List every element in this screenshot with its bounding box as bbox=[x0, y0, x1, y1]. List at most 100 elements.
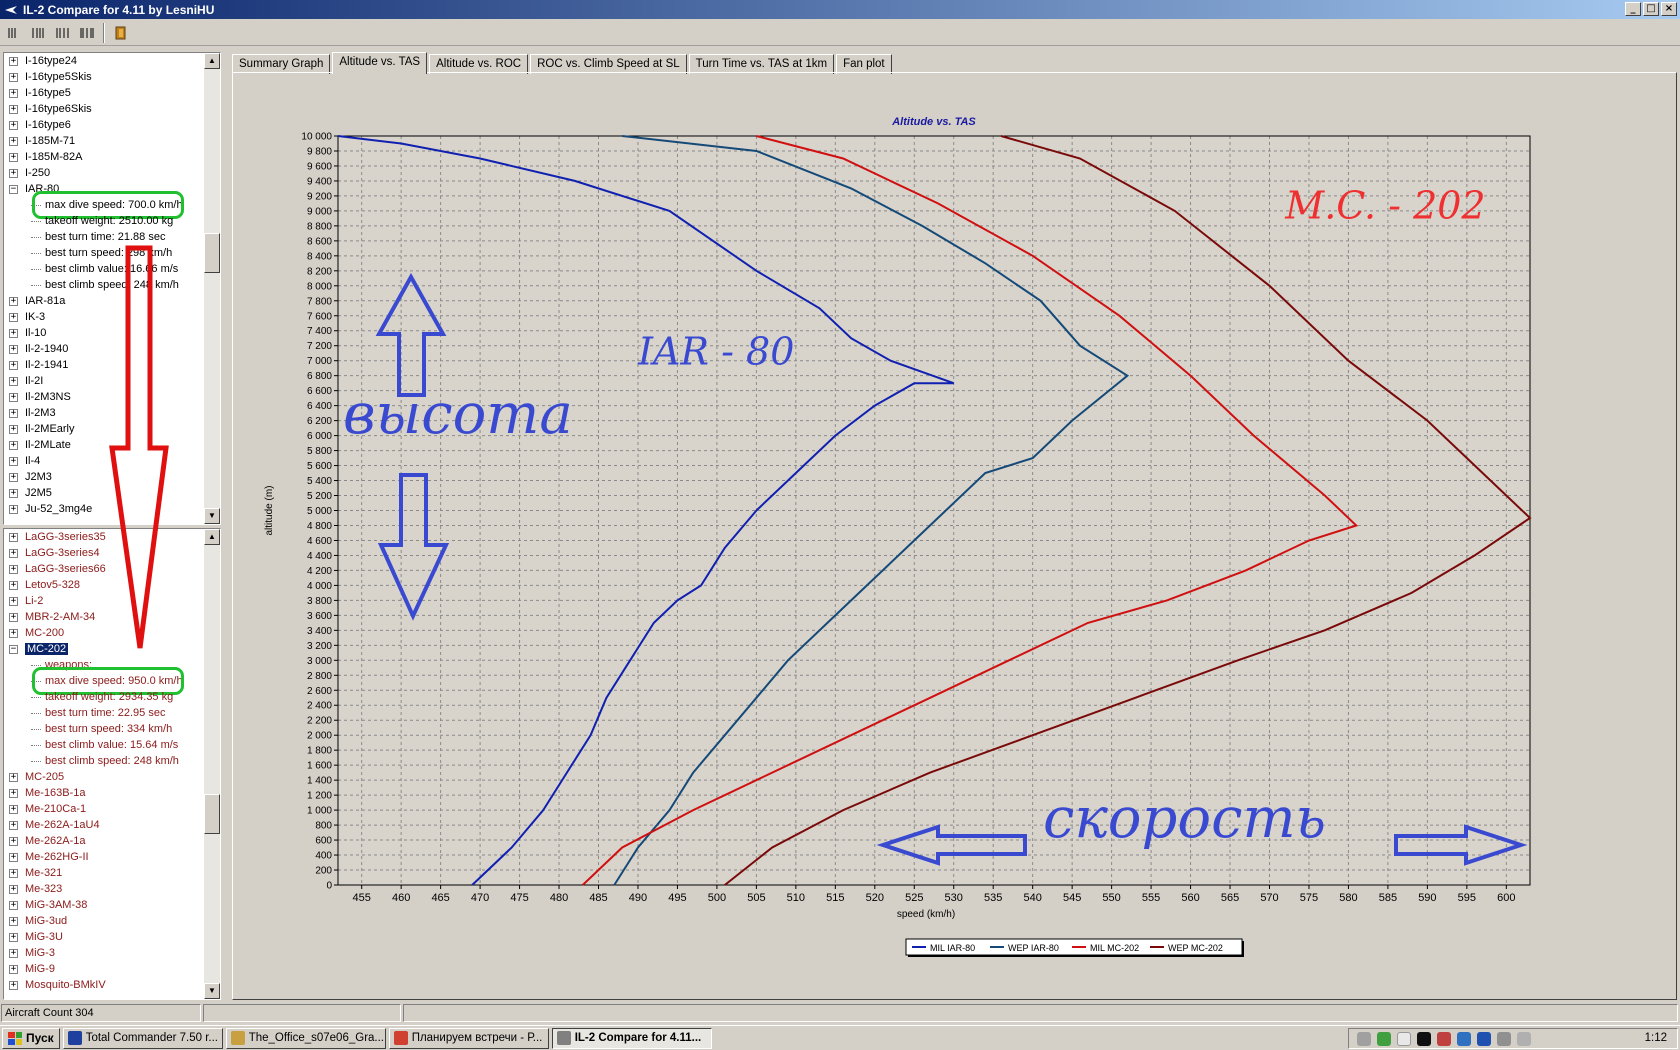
expand-icon[interactable]: + bbox=[9, 361, 18, 370]
tree-property[interactable]: best turn time: 22.95 sec bbox=[4, 705, 204, 721]
tray-icon[interactable] bbox=[1477, 1031, 1491, 1046]
collapse-icon[interactable]: − bbox=[9, 645, 18, 654]
expand-icon[interactable]: + bbox=[9, 425, 18, 434]
expand-icon[interactable]: + bbox=[9, 409, 18, 418]
tree-item[interactable]: + I-250 bbox=[4, 165, 204, 181]
tree-item[interactable]: + J2M5 bbox=[4, 485, 204, 501]
expand-icon[interactable]: + bbox=[9, 313, 18, 322]
expand-icon[interactable]: + bbox=[9, 457, 18, 466]
tree-item[interactable]: + Me-163B-1a bbox=[4, 785, 204, 801]
tree-item[interactable]: + I-16type24 bbox=[4, 53, 204, 69]
tree-item[interactable]: + Il-2MLate bbox=[4, 437, 204, 453]
tree-item[interactable]: + Il-4 bbox=[4, 453, 204, 469]
compare-1-icon[interactable] bbox=[4, 22, 26, 44]
expand-icon[interactable]: + bbox=[9, 805, 18, 814]
tree-item[interactable]: − MC-202 bbox=[4, 641, 204, 657]
tree-item[interactable]: + Letov5-328 bbox=[4, 577, 204, 593]
tree-item[interactable]: + I-16type6 bbox=[4, 117, 204, 133]
tree-item[interactable]: + IK-3 bbox=[4, 309, 204, 325]
tree-1-list[interactable]: + I-16type24 + I-16type5Skis + I-16type5 + I-16… bbox=[4, 53, 204, 524]
scroll-up-arrow[interactable]: ▲ bbox=[204, 529, 220, 545]
tree-property[interactable]: best turn speed: 334 km/h bbox=[4, 721, 204, 737]
tree-property[interactable]: takeoff weight: 2934.35 kg bbox=[4, 689, 204, 705]
expand-icon[interactable]: + bbox=[9, 981, 18, 990]
expand-icon[interactable]: + bbox=[9, 505, 18, 514]
expand-icon[interactable]: + bbox=[9, 629, 18, 638]
tree-item[interactable]: + MiG-3U bbox=[4, 929, 204, 945]
exit-icon[interactable] bbox=[110, 22, 132, 44]
tree-item[interactable]: + LaGG-3series35 bbox=[4, 529, 204, 545]
expand-icon[interactable]: + bbox=[9, 329, 18, 338]
expand-icon[interactable]: + bbox=[9, 581, 18, 590]
expand-icon[interactable]: + bbox=[9, 105, 18, 114]
tab-altitude-vs-tas[interactable]: Altitude vs. TAS bbox=[332, 52, 428, 74]
expand-icon[interactable]: + bbox=[9, 169, 18, 178]
tree-property[interactable]: max dive speed: 950.0 km/h bbox=[4, 667, 204, 695]
expand-icon[interactable]: + bbox=[9, 613, 18, 622]
start-button[interactable]: Пуск bbox=[2, 1027, 60, 1049]
expand-icon[interactable]: + bbox=[9, 821, 18, 830]
tree-item[interactable]: + Me-210Ca-1 bbox=[4, 801, 204, 817]
taskbar-task[interactable]: The_Office_s07e06_Gra... bbox=[225, 1027, 386, 1049]
tree-item[interactable]: + MC-205 bbox=[4, 769, 204, 785]
tree-item[interactable]: + Il-2M3NS bbox=[4, 389, 204, 405]
scroll-up-arrow[interactable]: ▲ bbox=[204, 53, 220, 69]
expand-icon[interactable]: + bbox=[9, 885, 18, 894]
tree-item[interactable]: + Ju-52_3mg4e bbox=[4, 501, 204, 517]
tree-property[interactable]: max dive speed: 700.0 km/h bbox=[4, 191, 204, 219]
tree-property[interactable]: best climb speed: 248 km/h bbox=[4, 277, 204, 293]
tree-item[interactable]: + Il-2M3 bbox=[4, 405, 204, 421]
tab-altitude-vs-roc[interactable]: Altitude vs. ROC bbox=[429, 54, 529, 74]
compare-3-icon[interactable] bbox=[52, 22, 74, 44]
expand-icon[interactable]: + bbox=[9, 533, 18, 542]
expand-icon[interactable]: + bbox=[9, 917, 18, 926]
expand-icon[interactable]: + bbox=[9, 137, 18, 146]
tree-item[interactable]: + I-16type5Skis bbox=[4, 69, 204, 85]
tray-icon[interactable] bbox=[1497, 1031, 1511, 1046]
tree-item[interactable]: + MiG-3AM-38 bbox=[4, 897, 204, 913]
tree-item[interactable]: + MiG-3ud bbox=[4, 913, 204, 929]
taskbar-task[interactable]: Total Commander 7.50 r... bbox=[62, 1027, 223, 1049]
tree-item[interactable]: − IAR-80 bbox=[4, 181, 204, 197]
tree-item[interactable]: + J2M3 bbox=[4, 469, 204, 485]
expand-icon[interactable]: + bbox=[9, 965, 18, 974]
expand-icon[interactable]: + bbox=[9, 837, 18, 846]
collapse-icon[interactable]: − bbox=[9, 185, 18, 194]
tab-turn-time-vs-tas-at-1km[interactable]: Turn Time vs. TAS at 1km bbox=[688, 54, 835, 74]
expand-icon[interactable]: + bbox=[9, 853, 18, 862]
tray-icon[interactable] bbox=[1397, 1031, 1411, 1046]
tree-item[interactable]: + MiG-3 bbox=[4, 945, 204, 961]
expand-icon[interactable]: + bbox=[9, 789, 18, 798]
tree-item[interactable]: + Me-321 bbox=[4, 865, 204, 881]
aircraft-tree-2[interactable]: + LaGG-3series35 + LaGG-3series4 + LaGG-3seri… bbox=[3, 528, 221, 1000]
expand-icon[interactable]: + bbox=[9, 441, 18, 450]
tree-item[interactable]: + Il-2I bbox=[4, 373, 204, 389]
taskbar-task[interactable]: IL-2 Compare for 4.11... bbox=[551, 1027, 712, 1049]
expand-icon[interactable]: + bbox=[9, 869, 18, 878]
tray-icon[interactable] bbox=[1357, 1031, 1371, 1046]
tree-item[interactable]: + LaGG-3series4 bbox=[4, 545, 204, 561]
tree-item[interactable]: + Il-10 bbox=[4, 325, 204, 341]
expand-icon[interactable]: + bbox=[9, 393, 18, 402]
tree-item[interactable]: + Mosquito-BMkIV bbox=[4, 977, 204, 993]
volume-icon[interactable] bbox=[1517, 1031, 1531, 1046]
expand-icon[interactable]: + bbox=[9, 489, 18, 498]
scroll-thumb[interactable] bbox=[204, 794, 220, 834]
tree-item[interactable]: + MiG-9 bbox=[4, 961, 204, 977]
tree-item[interactable]: + Il-2MEarly bbox=[4, 421, 204, 437]
expand-icon[interactable]: + bbox=[9, 933, 18, 942]
tree-2-list[interactable]: + LaGG-3series35 + LaGG-3series4 + LaGG-3seri… bbox=[4, 529, 204, 999]
tree-property[interactable]: takeoff weight: 2510.00 kg bbox=[4, 213, 204, 229]
scroll-thumb[interactable] bbox=[204, 233, 220, 273]
tree-item[interactable]: + I-185M-71 bbox=[4, 133, 204, 149]
scroll-down-arrow[interactable]: ▼ bbox=[204, 983, 220, 999]
expand-icon[interactable]: + bbox=[9, 949, 18, 958]
tree-item[interactable]: + MBR-2-AM-34 bbox=[4, 609, 204, 625]
taskbar-task[interactable]: Планируем встречи - Р... bbox=[388, 1027, 549, 1049]
expand-icon[interactable]: + bbox=[9, 89, 18, 98]
tree-item[interactable]: + I-16type5 bbox=[4, 85, 204, 101]
compare-4-icon[interactable] bbox=[76, 22, 98, 44]
tree-item[interactable]: + Me-323 bbox=[4, 881, 204, 897]
expand-icon[interactable]: + bbox=[9, 73, 18, 82]
title-bar[interactable]: IL-2 Compare for 4.11 by LesniHU _ □ × bbox=[0, 0, 1680, 19]
